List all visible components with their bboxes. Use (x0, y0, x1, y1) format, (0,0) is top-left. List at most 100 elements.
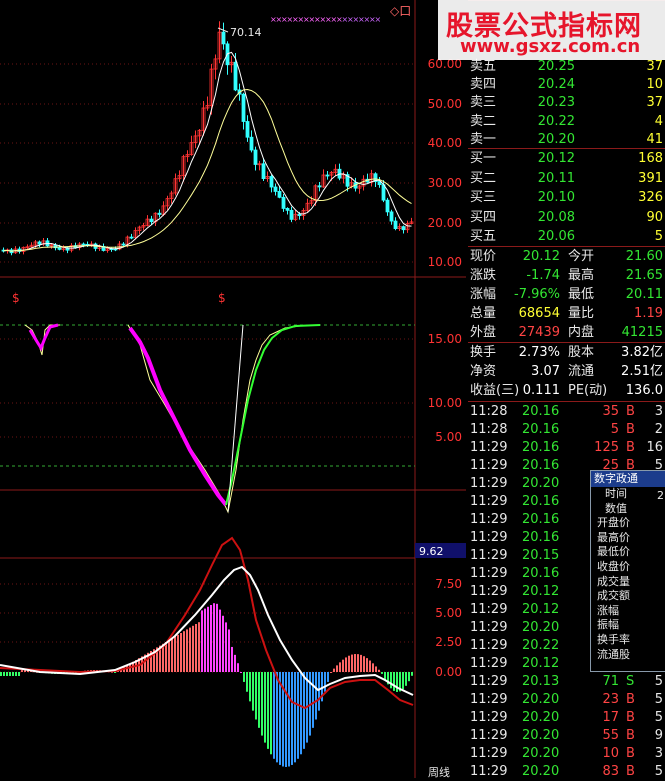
candle-body (57, 247, 62, 250)
macd-bar (258, 672, 260, 728)
macd-bar (189, 627, 191, 672)
tick-row[interactable]: 11:29 20.13 71 S 5 (470, 673, 665, 691)
candle-body (285, 208, 290, 211)
candle-body (281, 196, 286, 209)
bid-level-row[interactable]: 买二 20.11 391 (468, 170, 665, 188)
tick-row[interactable]: 11:29 20.16 125 B 16 (470, 439, 665, 457)
signal-x: × (375, 15, 382, 24)
candle-body (129, 236, 134, 239)
tick-price: 20.16 (522, 494, 560, 509)
candle-body (289, 209, 294, 220)
macd-bar (243, 672, 245, 682)
tick-row[interactable]: 11:29 20.20 23 B 5 (470, 691, 665, 709)
tick-time: 11:29 (470, 458, 508, 473)
tick-time: 11:29 (470, 638, 508, 653)
ask-level-label: 卖五 (470, 59, 497, 74)
macd-histogram (0, 603, 413, 767)
macd-bar (114, 672, 116, 673)
stat-row[interactable]: 涨跌 -1.74 最高 21.65 (468, 267, 665, 285)
ask-level-row[interactable]: 卖二 20.22 4 (468, 113, 665, 131)
tick-price: 20.16 (522, 530, 560, 545)
tick-count: 3 (654, 746, 663, 761)
fundamental-value-2: 2.51亿 (621, 364, 663, 379)
stat-row[interactable]: 涨幅 -7.96% 最低 20.11 (468, 286, 665, 304)
tick-volume: 10 (602, 746, 619, 761)
tick-row[interactable]: 11:29 20.20 17 B 5 (470, 709, 665, 727)
candle-body (249, 136, 254, 151)
bid-level-row[interactable]: 买四 20.08 90 (468, 209, 665, 227)
tick-side: B (626, 422, 635, 437)
ask-level-row[interactable]: 卖三 20.23 37 (468, 94, 665, 112)
candle-body (81, 243, 86, 246)
macd-bar (369, 660, 371, 672)
tick-price: 20.16 (522, 404, 560, 419)
ask-level-label: 卖二 (470, 113, 497, 129)
tick-price: 20.20 (522, 620, 560, 635)
macd-bar (21, 670, 23, 672)
tick-volume: 71 (602, 674, 619, 689)
tick-row[interactable]: 11:29 20.20 83 B 5 (470, 763, 665, 781)
bid-level-label: 买四 (470, 209, 497, 225)
ask-price: 20.22 (537, 113, 575, 129)
tick-row[interactable]: 11:29 20.20 55 B 9 (470, 727, 665, 745)
candle-body (241, 93, 246, 122)
fundamental-value-2: 3.82亿 (621, 345, 663, 360)
macd-bar (360, 654, 362, 672)
tick-row[interactable]: 11:28 20.16 35 B 3 (470, 403, 665, 421)
macd-bar (390, 672, 392, 689)
tick-price: 20.22 (522, 638, 560, 653)
macd-bar (18, 672, 20, 676)
bid-level-row[interactable]: 买三 20.10 326 (468, 189, 665, 207)
candle-body (381, 184, 386, 201)
bid-level-row[interactable]: 买五 20.06 5 (468, 228, 665, 246)
tick-side: S (626, 674, 635, 689)
fundamental-row[interactable]: 换手 2.73% 股本 3.82亿 (468, 344, 665, 362)
macd-bar (297, 672, 299, 759)
macd-bar (339, 662, 341, 672)
tick-time: 11:29 (470, 494, 508, 509)
macd-bar (285, 672, 287, 767)
ask-level-row[interactable]: 卖五 20.25 37 (468, 58, 665, 76)
chart-corner-icons[interactable]: ◇口 (390, 4, 411, 18)
macd-bar (363, 656, 365, 672)
candle-body (385, 199, 390, 213)
tick-time: 11:29 (470, 512, 508, 527)
tick-row[interactable]: 11:29 20.20 10 B 3 (470, 745, 665, 763)
stat-row[interactable]: 总量 68654 量比 1.19 (468, 305, 665, 323)
price-tick: 30.00 (428, 176, 462, 190)
macd-bar (210, 605, 212, 672)
macd-bar (327, 672, 329, 682)
macd-bar (375, 666, 377, 672)
macd-bar (168, 640, 170, 672)
indicator-thick-line (128, 326, 228, 507)
stat-value: 68654 (518, 306, 560, 321)
chart-area[interactable]: 60.00 50.00 40.00 30.00 20.00 10.00 70.1… (0, 0, 466, 778)
fundamental-value: 2.73% (518, 345, 560, 360)
candle-body (325, 174, 330, 177)
popup-field-label: 振幅 (597, 618, 619, 632)
bid-volume: 326 (638, 190, 663, 205)
period-label[interactable]: 周线 (428, 765, 450, 778)
popup-title[interactable]: 数字政通 (591, 471, 665, 487)
tick-price: 20.12 (522, 602, 560, 617)
tick-side: B (626, 764, 635, 779)
tick-count: 2 (654, 422, 663, 437)
tick-row[interactable]: 11:28 20.16 5 B 2 (470, 421, 665, 439)
stat-row[interactable]: 外盘 27439 内盘 41215 (468, 324, 665, 342)
popup-field-label: 最高价 (597, 530, 630, 544)
tick-time: 11:29 (470, 440, 508, 455)
bid-level-row[interactable]: 买一 20.12 168 (468, 150, 665, 168)
tick-price: 20.20 (522, 746, 560, 761)
stat-row[interactable]: 现价 20.12 今开 21.60 (468, 248, 665, 266)
ask-level-row[interactable]: 卖一 20.20 41 (468, 131, 665, 149)
macd-bar (312, 672, 314, 728)
fundamental-row[interactable]: 净资 3.07 流通 2.51亿 (468, 363, 665, 381)
ma-long-line (3, 88, 412, 252)
macd-bar (264, 672, 266, 743)
fundamental-row[interactable]: 收益(三) 0.111 PE(动) 136.0 (468, 382, 665, 400)
tick-volume: 55 (602, 728, 619, 743)
ask-level-row[interactable]: 卖四 20.24 10 (468, 76, 665, 94)
macd-bar (171, 638, 173, 672)
macd-bar (261, 672, 263, 736)
data-window-popup[interactable]: 数字政通 时间 数值 开盘价 最高价 最低价 收盘价 成交量 成交额 涨幅 振幅 换手率 流通股 2 (590, 470, 665, 672)
